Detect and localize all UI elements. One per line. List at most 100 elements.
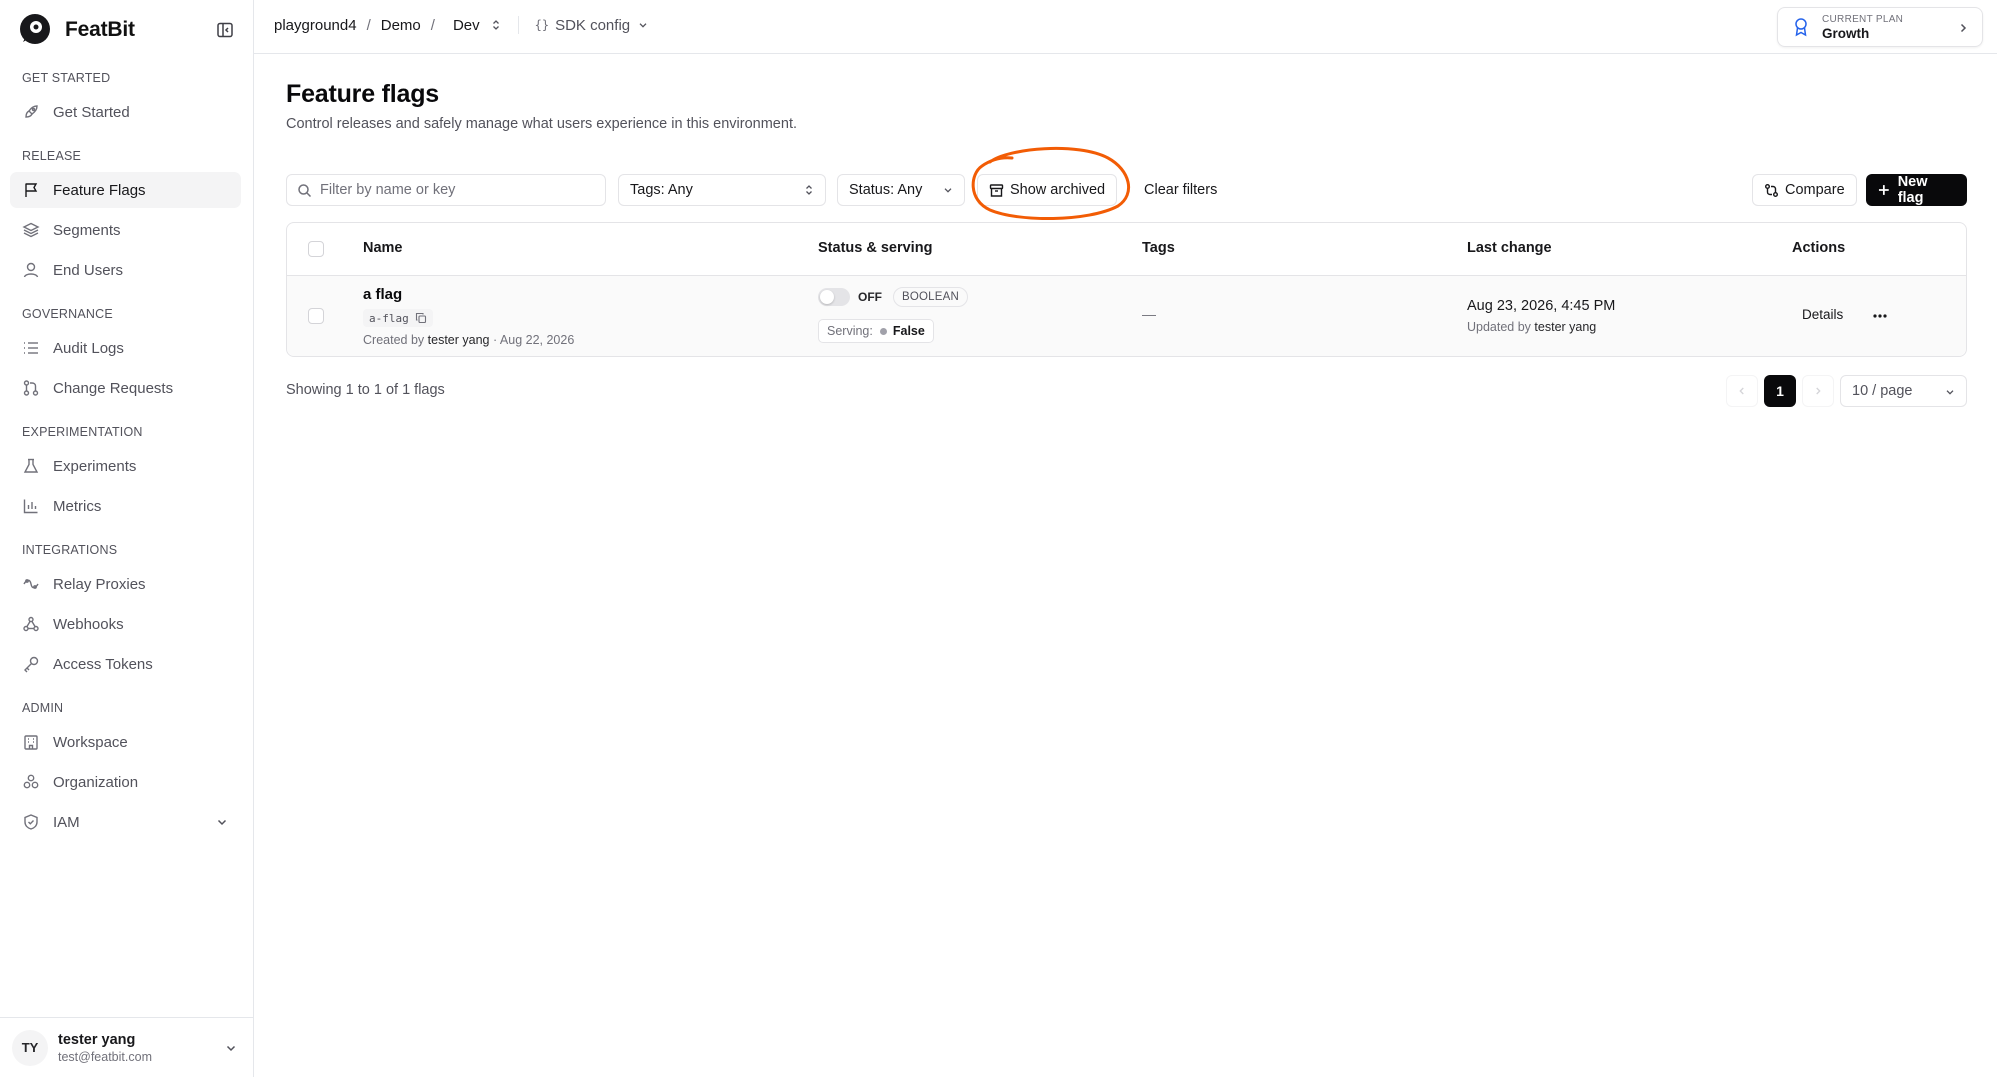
new-flag-label: New flag bbox=[1897, 174, 1928, 206]
page-button-current[interactable]: 1 bbox=[1764, 375, 1796, 407]
plan-text: CURRENT PLAN Growth bbox=[1822, 14, 1903, 41]
sidebar-toggle-icon[interactable] bbox=[215, 20, 235, 40]
copy-icon[interactable] bbox=[415, 312, 427, 324]
flag-tags: — bbox=[1142, 306, 1156, 322]
created-date: · Aug 22, 2026 bbox=[492, 333, 575, 347]
column-header-tags[interactable]: Tags bbox=[1142, 240, 1175, 256]
sidebar: FeatBit GET STARTED Get Started RELEASE … bbox=[0, 0, 254, 1077]
topbar-divider bbox=[517, 16, 519, 34]
page-title: Feature flags bbox=[286, 80, 440, 108]
breadcrumb-separator: / bbox=[366, 16, 371, 34]
select-all-checkbox[interactable] bbox=[308, 241, 324, 257]
sidebar-item-organization[interactable]: Organization bbox=[10, 764, 241, 800]
sidebar-item-access-tokens[interactable]: Access Tokens bbox=[10, 646, 241, 682]
search-icon bbox=[298, 183, 312, 197]
sidebar-item-label: Audit Logs bbox=[53, 339, 124, 357]
compare-icon bbox=[1765, 183, 1778, 197]
sidebar-item-audit-logs[interactable]: Audit Logs bbox=[10, 330, 241, 366]
clear-filters-button[interactable]: Clear filters bbox=[1144, 174, 1217, 206]
compare-button[interactable]: Compare bbox=[1752, 174, 1857, 206]
nav-section-governance: GOVERNANCE bbox=[22, 307, 113, 321]
pagination-summary: Showing 1 to 1 of 1 flags bbox=[286, 382, 445, 398]
status-filter-select[interactable]: Status: Any bbox=[837, 174, 965, 206]
plan-value: Growth bbox=[1822, 25, 1870, 41]
chevron-up-down-icon bbox=[492, 20, 499, 30]
row-checkbox[interactable] bbox=[308, 308, 324, 324]
sidebar-item-label: Feature Flags bbox=[53, 181, 146, 199]
layers-icon bbox=[22, 222, 40, 238]
sidebar-item-label: Segments bbox=[53, 221, 121, 239]
nav-section-experimentation: EXPERIMENTATION bbox=[22, 425, 143, 439]
sidebar-item-change-requests[interactable]: Change Requests bbox=[10, 370, 241, 406]
sidebar-item-label: Get Started bbox=[53, 103, 130, 121]
avatar: TY bbox=[12, 1029, 48, 1066]
sidebar-item-metrics[interactable]: Metrics bbox=[10, 488, 241, 524]
shield-icon bbox=[24, 814, 38, 830]
previous-page-button[interactable] bbox=[1726, 375, 1758, 407]
serving-value: False bbox=[892, 324, 925, 338]
breadcrumb-project[interactable]: Demo bbox=[381, 17, 421, 34]
sidebar-item-feature-flags[interactable]: Feature Flags bbox=[10, 172, 241, 208]
page-size-select[interactable]: 10 / page bbox=[1840, 375, 1967, 407]
organization-icon bbox=[23, 774, 39, 789]
column-header-name[interactable]: Name bbox=[363, 240, 403, 256]
sidebar-item-label: Workspace bbox=[53, 733, 128, 751]
details-button[interactable]: Details bbox=[1802, 307, 1843, 322]
current-plan-card[interactable]: CURRENT PLAN Growth bbox=[1777, 7, 1983, 47]
sidebar-item-webhooks[interactable]: Webhooks bbox=[10, 606, 241, 642]
bar-chart-icon bbox=[23, 499, 38, 514]
search-input[interactable] bbox=[320, 182, 580, 198]
user-menu[interactable]: TY tester yang test@featbit.com bbox=[0, 1017, 254, 1077]
flag-type-badge: BOOLEAN bbox=[893, 287, 969, 307]
chevron-right-icon bbox=[1816, 387, 1821, 395]
created-by: tester yang bbox=[427, 333, 490, 347]
sidebar-item-label: Webhooks bbox=[53, 615, 124, 633]
flag-status-text: OFF bbox=[858, 290, 882, 304]
created-prefix: Created by bbox=[363, 333, 425, 347]
brand[interactable]: FeatBit bbox=[17, 12, 135, 48]
relay-icon bbox=[23, 579, 39, 589]
topbar: playground4 / Demo / Dev {} SDK config C… bbox=[254, 0, 1997, 54]
tags-filter-value: Tags: Any bbox=[630, 182, 693, 198]
compare-label: Compare bbox=[1785, 182, 1845, 198]
user-info: tester yang test@featbit.com bbox=[58, 1032, 152, 1064]
tags-filter-select[interactable]: Tags: Any bbox=[618, 174, 826, 206]
table-row[interactable]: a flag a-flag Created by tester yang · A… bbox=[287, 276, 1966, 356]
breadcrumb-workspace[interactable]: playground4 bbox=[274, 17, 357, 34]
chevron-down-icon bbox=[217, 819, 227, 826]
flag-status-toggle[interactable] bbox=[818, 288, 850, 306]
table-header: Name Status & serving Tags Last change A… bbox=[287, 223, 1966, 276]
sidebar-item-experiments[interactable]: Experiments bbox=[10, 448, 241, 484]
sidebar-item-workspace[interactable]: Workspace bbox=[10, 724, 241, 760]
sidebar-item-segments[interactable]: Segments bbox=[10, 212, 241, 248]
sdk-config-button[interactable]: {} SDK config bbox=[535, 17, 650, 34]
more-horizontal-icon[interactable] bbox=[1870, 306, 1890, 326]
serving-label: Serving: bbox=[827, 324, 873, 338]
page-size-value: 10 / page bbox=[1852, 383, 1913, 399]
featbit-logo-icon bbox=[20, 14, 50, 44]
sidebar-item-iam[interactable]: IAM bbox=[10, 804, 241, 840]
sidebar-item-end-users[interactable]: End Users bbox=[10, 252, 241, 288]
new-flag-button[interactable]: New flag bbox=[1866, 174, 1967, 206]
sdk-config-label: SDK config bbox=[555, 16, 631, 34]
building-icon bbox=[24, 735, 38, 750]
nav-section-get-started: GET STARTED bbox=[22, 71, 111, 85]
environment-selector[interactable]: Dev bbox=[453, 17, 502, 34]
sidebar-item-relay-proxies[interactable]: Relay Proxies bbox=[10, 566, 241, 602]
nav-section-release: RELEASE bbox=[22, 149, 82, 163]
next-page-button[interactable] bbox=[1802, 375, 1834, 407]
updated-by-meta: Updated by tester yang bbox=[1467, 320, 1596, 334]
flag-name[interactable]: a flag bbox=[363, 286, 402, 303]
sidebar-item-get-started[interactable]: Get Started bbox=[10, 94, 241, 130]
sidebar-item-label: Organization bbox=[53, 773, 139, 791]
column-header-last-change[interactable]: Last change bbox=[1467, 240, 1552, 256]
column-header-status[interactable]: Status & serving bbox=[818, 240, 932, 256]
chevron-down-icon bbox=[639, 23, 647, 28]
flag-icon bbox=[25, 183, 38, 197]
rocket-icon bbox=[25, 105, 38, 118]
sidebar-item-label: End Users bbox=[53, 261, 124, 279]
column-header-actions: Actions bbox=[1792, 240, 1846, 256]
sidebar-item-label: Experiments bbox=[53, 457, 137, 475]
flask-icon bbox=[23, 458, 39, 473]
chevron-right-icon bbox=[1960, 23, 1967, 33]
